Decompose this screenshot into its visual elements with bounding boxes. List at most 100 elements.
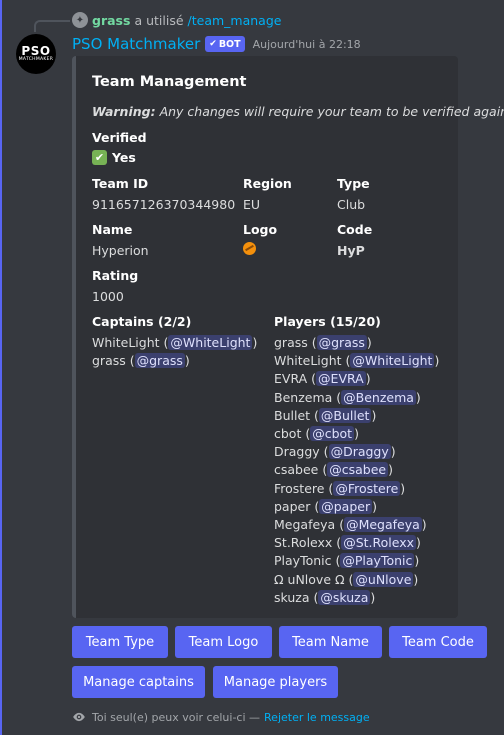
message-header: PSO Matchmaker ✔ BOT Aujourd'hui à 22:18	[72, 34, 361, 54]
field-captains: Captains (2/2) WhiteLight (@WhiteLight) …	[92, 314, 257, 370]
player-name: PlayTonic	[274, 553, 332, 569]
player-name: Megafeya	[274, 517, 336, 533]
verified-check-icon: ✔	[209, 39, 217, 49]
player-mention[interactable]: @PlayTonic	[340, 553, 415, 569]
captains-label: Captains (2/2)	[92, 314, 192, 329]
name-label: Name	[92, 222, 133, 237]
player-entry: Draggy (@Draggy)	[274, 444, 396, 460]
code-label: Code	[337, 222, 373, 237]
player-mention[interactable]: @Benzema	[341, 389, 416, 405]
region-value: EU	[243, 197, 261, 212]
avatar-logo-text: PSO	[21, 44, 51, 58]
reply-username[interactable]: grass	[92, 13, 130, 28]
player-mention[interactable]: @St.Rolexx	[341, 535, 417, 551]
team-code-button[interactable]: Team Code	[389, 626, 487, 658]
verified-label: Verified	[92, 130, 147, 145]
players-label: Players (15/20)	[274, 314, 381, 329]
player-entry: csabee (@csabee)	[274, 462, 393, 478]
bot-username[interactable]: PSO Matchmaker	[72, 35, 200, 53]
reply-action: a utilisé	[134, 12, 184, 28]
captain-mention[interactable]: @grass	[134, 353, 185, 369]
player-name: paper	[274, 498, 311, 514]
player-entry: Ω uNlove Ω (@uNlove)	[274, 571, 419, 587]
player-entry: Frostere (@Frostere)	[274, 480, 406, 496]
team-name-button[interactable]: Team Name	[279, 626, 382, 658]
player-mention[interactable]: @grass	[316, 335, 367, 350]
reply-command[interactable]: /team_manage	[188, 13, 282, 28]
player-entry: WhiteLight (@WhiteLight)	[274, 353, 440, 369]
captain-entry: WhiteLight (@WhiteLight)	[92, 335, 258, 350]
player-name: EVRA	[274, 371, 308, 387]
player-name: Frostere	[274, 480, 325, 496]
rating-value: 1000	[92, 289, 124, 304]
reply-connector	[34, 20, 70, 32]
player-entry: cbot (@cbot)	[274, 426, 359, 442]
player-entry: Bullet (@Bullet)	[274, 407, 377, 423]
captains-list: WhiteLight (@WhiteLight) grass (@grass)	[92, 334, 257, 370]
warning-label: Warning:	[92, 104, 156, 119]
highlight-bar	[0, 0, 2, 735]
player-mention[interactable]: @uNlove	[353, 571, 414, 587]
team-logo-icon	[243, 242, 256, 255]
player-entry: PlayTonic (@PlayTonic)	[274, 553, 420, 569]
player-entry: Benzema (@Benzema)	[274, 389, 421, 405]
captain-entry: grass (@grass)	[92, 353, 190, 369]
player-mention[interactable]: @skuza	[318, 589, 371, 605]
player-name: WhiteLight	[274, 353, 342, 369]
captain-name: grass	[92, 353, 126, 369]
players-list: grass (@grass) WhiteLight (@WhiteLight) …	[274, 334, 439, 607]
field-name: Name Hyperion	[92, 222, 149, 260]
field-logo: Logo	[243, 222, 277, 255]
player-name: grass	[274, 335, 308, 350]
message-timestamp[interactable]: Aujourd'hui à 22:18	[253, 38, 361, 51]
field-region: Region EU	[243, 176, 292, 214]
field-players: Players (15/20) grass (@grass) WhiteLigh…	[274, 314, 439, 607]
player-name: csabee	[274, 462, 319, 478]
region-label: Region	[243, 176, 292, 191]
player-entry: skuza (@skuza)	[274, 589, 376, 605]
player-mention[interactable]: @Draggy	[328, 444, 391, 460]
embed-warning: Warning: Any changes will require your t…	[92, 104, 504, 119]
player-entry: Megafeya (@Megafeya)	[274, 517, 427, 533]
captain-name: WhiteLight	[92, 335, 160, 350]
player-name: Benzema	[274, 389, 333, 405]
embed-title: Team Management	[92, 74, 247, 90]
player-mention[interactable]: @Megafeya	[344, 517, 422, 533]
manage-players-button[interactable]: Manage players	[213, 666, 338, 698]
manage-captains-button[interactable]: Manage captains	[72, 666, 205, 698]
player-entry: grass (@grass)	[274, 335, 372, 350]
player-entry: paper (@paper)	[274, 498, 377, 514]
team-id-label: Team ID	[92, 176, 149, 191]
player-mention[interactable]: @csabee	[327, 462, 389, 478]
avatar-logo-subtext: MATCHMAKER	[18, 57, 54, 62]
name-value: Hyperion	[92, 243, 149, 258]
ephemeral-notice: Toi seul(e) peux voir celui-ci — Rejeter…	[72, 710, 370, 724]
bot-avatar[interactable]: PSO MATCHMAKER	[16, 34, 56, 74]
field-code: Code HyP	[337, 222, 372, 260]
player-mention[interactable]: @paper	[319, 498, 373, 514]
code-value: HyP	[337, 243, 365, 258]
player-name: skuza	[274, 589, 310, 605]
player-mention[interactable]: @EVRA	[316, 371, 366, 387]
player-mention[interactable]: @Bullet	[318, 407, 372, 423]
team-logo-button[interactable]: Team Logo	[175, 626, 272, 658]
player-name: Bullet	[274, 407, 311, 423]
player-entry: St.Rolexx (@St.Rolexx)	[274, 535, 421, 551]
captain-mention[interactable]: @WhiteLight	[168, 335, 253, 350]
check-mark-icon: ✔	[92, 150, 107, 165]
verified-value: Yes	[112, 150, 136, 165]
player-name: cbot	[274, 426, 302, 442]
eye-icon	[73, 712, 85, 722]
bot-tag-label: BOT	[218, 38, 241, 50]
team-embed: Team Management Warning: Any changes wil…	[72, 56, 504, 618]
player-mention[interactable]: @Frostere	[333, 480, 401, 496]
player-mention[interactable]: @cbot	[310, 426, 355, 442]
player-mention[interactable]: @WhiteLight	[350, 353, 435, 369]
field-type: Type Club	[337, 176, 370, 214]
dismiss-message-link[interactable]: Rejeter le message	[264, 711, 370, 724]
player-name: Draggy	[274, 444, 320, 460]
logo-label: Logo	[243, 222, 278, 237]
reply-avatar-icon[interactable]: ✦	[72, 12, 88, 28]
team-type-button[interactable]: Team Type	[72, 626, 168, 658]
reply-context[interactable]: ✦ grass a utilisé /team_manage	[72, 11, 281, 29]
